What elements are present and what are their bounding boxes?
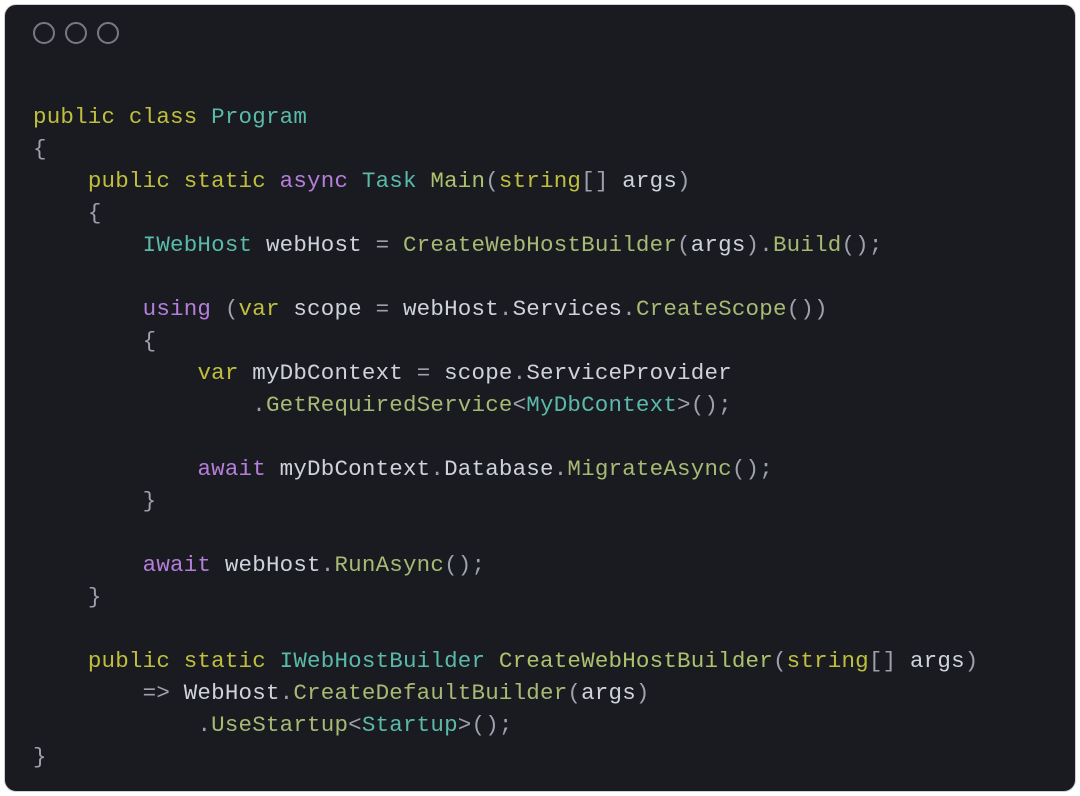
- token-p: []: [869, 648, 896, 674]
- token-p: .: [430, 456, 444, 482]
- token-k: var: [197, 360, 238, 386]
- token-k: static: [184, 168, 266, 194]
- token-p: .: [280, 680, 294, 706]
- token-m: GetRequiredService: [266, 392, 513, 418]
- token-t: Program: [211, 104, 307, 130]
- token-p: ): [677, 168, 691, 194]
- token-id: webHost: [266, 232, 362, 258]
- token-p: .: [321, 552, 335, 578]
- token-p: <: [513, 392, 527, 418]
- token-p: =: [376, 296, 390, 322]
- token-p: ();: [691, 392, 732, 418]
- token-p: >: [677, 392, 691, 418]
- token-t: Startup: [362, 712, 458, 738]
- token-p: .: [197, 712, 211, 738]
- titlebar: [5, 5, 1075, 61]
- token-m: UseStartup: [211, 712, 348, 738]
- token-t: Task: [362, 168, 417, 194]
- token-id: scope: [293, 296, 362, 322]
- token-k: var: [239, 296, 280, 322]
- token-id: Services: [513, 296, 623, 322]
- close-icon[interactable]: [33, 22, 55, 44]
- token-kf: using: [143, 296, 212, 322]
- token-p: (): [787, 296, 814, 322]
- token-k: static: [184, 648, 266, 674]
- token-k: public: [88, 648, 170, 674]
- token-p: ): [965, 648, 979, 674]
- token-p: ();: [444, 552, 485, 578]
- zoom-icon[interactable]: [97, 22, 119, 44]
- token-kf: await: [143, 552, 212, 578]
- token-p: ): [814, 296, 828, 322]
- token-p: <: [348, 712, 362, 738]
- token-fn: CreateWebHostBuilder: [499, 648, 773, 674]
- token-p: (: [677, 232, 691, 258]
- token-k: public: [88, 168, 170, 194]
- token-m: CreateScope: [636, 296, 787, 322]
- code-window: public class Program { public static asy…: [4, 4, 1076, 792]
- token-id: myDbContext: [252, 360, 403, 386]
- token-id: myDbContext: [280, 456, 431, 482]
- token-id: Database: [444, 456, 554, 482]
- token-p: >: [458, 712, 472, 738]
- token-k: class: [129, 104, 198, 130]
- token-id: webHost: [403, 296, 499, 322]
- token-k: public: [33, 104, 115, 130]
- token-p: .: [622, 296, 636, 322]
- token-m: MigrateAsync: [567, 456, 731, 482]
- token-id: scope: [444, 360, 513, 386]
- token-m: Build: [773, 232, 842, 258]
- token-p: .: [554, 456, 568, 482]
- token-p: .: [513, 360, 527, 386]
- token-p: }: [143, 488, 157, 514]
- token-m: CreateWebHostBuilder: [403, 232, 677, 258]
- token-p: }: [33, 744, 47, 770]
- token-t: IWebHost: [143, 232, 253, 258]
- token-p: .: [499, 296, 513, 322]
- token-fn: Main: [430, 168, 485, 194]
- token-p: (: [225, 296, 239, 322]
- token-p: =: [376, 232, 390, 258]
- token-p: {: [88, 200, 102, 226]
- token-p: {: [33, 136, 47, 162]
- token-p: (: [485, 168, 499, 194]
- token-kf: await: [197, 456, 266, 482]
- token-t: IWebHostBuilder: [280, 648, 486, 674]
- token-p: []: [581, 168, 608, 194]
- token-id: args: [581, 680, 636, 706]
- token-p: =: [417, 360, 431, 386]
- token-id: args: [622, 168, 677, 194]
- token-id: args: [910, 648, 965, 674]
- code-editor[interactable]: public class Program { public static asy…: [5, 61, 1075, 773]
- token-p: .: [252, 392, 266, 418]
- token-t: MyDbContext: [526, 392, 677, 418]
- token-p: ): [636, 680, 650, 706]
- token-id: args: [691, 232, 746, 258]
- token-id: ServiceProvider: [526, 360, 732, 386]
- token-p: ();: [472, 712, 513, 738]
- token-p: =>: [143, 680, 170, 706]
- token-p: }: [88, 584, 102, 610]
- token-p: ();: [841, 232, 882, 258]
- token-p: (: [567, 680, 581, 706]
- token-m: RunAsync: [334, 552, 444, 578]
- minimize-icon[interactable]: [65, 22, 87, 44]
- token-k: string: [787, 648, 869, 674]
- token-id: WebHost: [184, 680, 280, 706]
- token-k: string: [499, 168, 581, 194]
- token-p: .: [759, 232, 773, 258]
- token-m: CreateDefaultBuilder: [293, 680, 567, 706]
- token-id: webHost: [225, 552, 321, 578]
- token-p: (: [773, 648, 787, 674]
- token-p: ();: [732, 456, 773, 482]
- token-p: {: [143, 328, 157, 354]
- token-p: ): [746, 232, 760, 258]
- token-kf: async: [280, 168, 349, 194]
